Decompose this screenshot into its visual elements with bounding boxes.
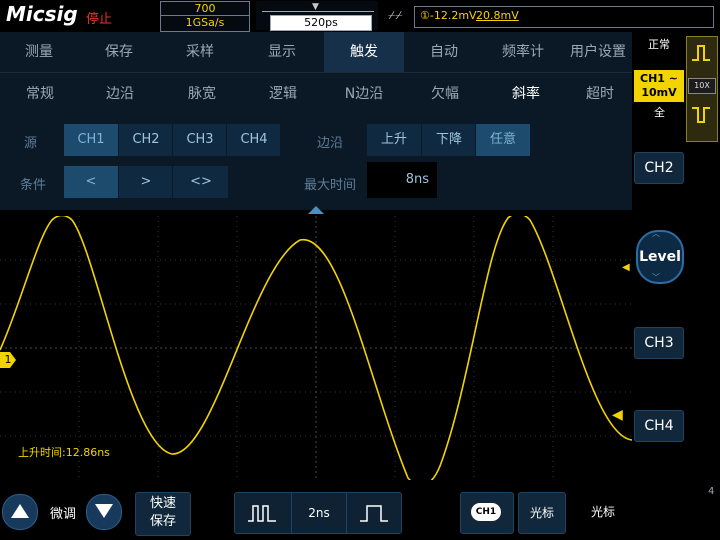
up-arrow-icon <box>11 504 29 518</box>
trigger-mode[interactable]: 正常 <box>648 36 670 52</box>
tab-user-settings[interactable]: 用户设置 <box>564 32 632 72</box>
fine-adjust-label: 微调 <box>50 507 77 522</box>
source-ch4-option[interactable]: CH4 <box>226 124 281 156</box>
cursor-button[interactable]: 光标 <box>518 492 566 534</box>
ch1-channel-button[interactable]: CH1 ~ 10mV <box>634 70 684 102</box>
condition-between-option[interactable]: <> <box>172 166 229 198</box>
run-stop-status[interactable]: 停止 <box>86 8 112 27</box>
quick-save-line1: 快速 <box>149 496 176 511</box>
source-label: 源 <box>24 136 38 151</box>
fine-up-button[interactable] <box>2 494 38 530</box>
tab-auto[interactable]: 自动 <box>406 32 482 72</box>
wide-pulse-icon <box>360 505 388 522</box>
panel-collapse-caret-icon[interactable] <box>308 206 324 214</box>
cursor-mode-button[interactable]: 光标 <box>570 492 636 532</box>
condition-selector: < > <> <box>64 166 228 198</box>
tab-acquire[interactable]: 采样 <box>160 32 240 72</box>
bandwidth-limit: 全 <box>654 106 665 119</box>
timebase-decrease-button[interactable] <box>235 493 289 533</box>
tab-save[interactable]: 保存 <box>80 32 158 72</box>
main-menu-bar: 测量 保存 采样 显示 触发 自动 频率计 用户设置 <box>0 32 632 72</box>
level-down-chevron-icon: ﹀ <box>652 273 660 282</box>
ch1-marker-label: 1 <box>4 353 12 366</box>
ch1-scale: 10mV <box>641 86 677 99</box>
trigger-type-timeout[interactable]: 超时 <box>568 73 632 115</box>
level-up-chevron-icon: ︿ <box>652 229 660 238</box>
ch1-label: CH1 <box>640 72 665 85</box>
max-time-input[interactable]: 8ns <box>367 162 437 198</box>
edge-label: 边沿 <box>317 136 344 151</box>
trigger-type-n-edge[interactable]: N边沿 <box>322 73 406 115</box>
trigger-type-edge[interactable]: 边沿 <box>80 73 160 115</box>
rise-time-readout: 上升时间:12.86ns <box>18 446 110 459</box>
trigger-type-pulse-width[interactable]: 脉宽 <box>160 73 244 115</box>
trigger-slope-icon: ⌿⌿ <box>388 8 403 22</box>
condition-label: 条件 <box>20 178 47 193</box>
ch1-select-button[interactable]: CH1 <box>460 492 514 534</box>
tab-frequency-counter[interactable]: 频率计 <box>484 32 562 72</box>
ch4-button[interactable]: CH4 <box>634 410 684 442</box>
edge-falling-option[interactable]: 下降 <box>421 124 476 156</box>
trigger-level-arrow-icon: ◀ <box>622 262 630 273</box>
max-time-value: 8ns <box>405 172 429 187</box>
sample-rate: 1GSa/s <box>185 16 225 29</box>
trigger-type-slope[interactable]: 斜率 <box>484 73 568 115</box>
edge-selector: 上升 下降 任意 <box>367 124 530 156</box>
timebase-control: 2ns <box>234 492 402 534</box>
timebase-value: 520ps <box>270 15 372 31</box>
ch2-button[interactable]: CH2 <box>634 152 684 184</box>
ch1-coupling-icon: ~ <box>668 72 678 85</box>
brand-logo: Micsig <box>6 2 78 26</box>
condition-greater-option[interactable]: > <box>118 166 173 198</box>
tab-measure[interactable]: 测量 <box>0 32 78 72</box>
fine-down-button[interactable] <box>86 494 122 530</box>
cursor-mode-label: 光标 <box>590 505 615 519</box>
trigger-level: 20.8mV <box>476 9 519 22</box>
source-ch1-option[interactable]: CH1 <box>64 124 118 156</box>
source-selector: CH1 CH2 CH3 CH4 <box>64 124 280 156</box>
memory-depth: 700 <box>161 2 249 16</box>
down-arrow-icon <box>95 504 113 518</box>
trigger-type-normal[interactable]: 常规 <box>0 73 80 115</box>
trigger-type-runt[interactable]: 欠幅 <box>406 73 484 115</box>
edge-rising-option[interactable]: 上升 <box>367 124 421 156</box>
condition-less-option[interactable]: < <box>64 166 118 198</box>
source-ch3-option[interactable]: CH3 <box>172 124 227 156</box>
sample-rate-box[interactable]: 700 1GSa/s <box>160 1 250 32</box>
waveform-display[interactable] <box>0 216 632 480</box>
quick-save-button[interactable]: 快速 保存 <box>135 492 191 536</box>
quick-save-line2: 保存 <box>149 514 176 529</box>
narrow-pulse-icon <box>248 505 276 522</box>
timebase-value-display[interactable]: 2ns <box>291 493 347 533</box>
ch3-button[interactable]: CH3 <box>634 327 684 359</box>
trigger-channel-offset: ①-12.2mV <box>420 9 477 22</box>
trigger-position-marker-icon: ▼ <box>312 2 319 12</box>
page-indicator: 4 <box>708 486 715 497</box>
edge-any-option[interactable]: 任意 <box>475 124 530 156</box>
timebase-increase-button[interactable] <box>347 493 401 533</box>
ch4-level-arrow-icon: ◀ <box>612 407 623 423</box>
tab-trigger[interactable]: 触发 <box>324 32 404 72</box>
trigger-type-logic[interactable]: 逻辑 <box>244 73 322 115</box>
ch1-chip: CH1 <box>471 503 501 521</box>
dc-coupling-icon[interactable] <box>690 42 712 64</box>
max-time-label: 最大时间 <box>304 178 357 193</box>
trigger-type-menu: 常规 边沿 脉宽 逻辑 N边沿 欠幅 斜率 超时 <box>0 72 632 115</box>
level-knob[interactable]: Level <box>636 230 684 284</box>
cursor-label: 光标 <box>529 506 554 520</box>
tab-display[interactable]: 显示 <box>242 32 322 72</box>
ac-coupling-icon[interactable] <box>690 104 712 126</box>
probe-ratio[interactable]: 10X <box>688 78 716 94</box>
level-label: Level <box>639 249 681 265</box>
source-ch2-option[interactable]: CH2 <box>118 124 173 156</box>
